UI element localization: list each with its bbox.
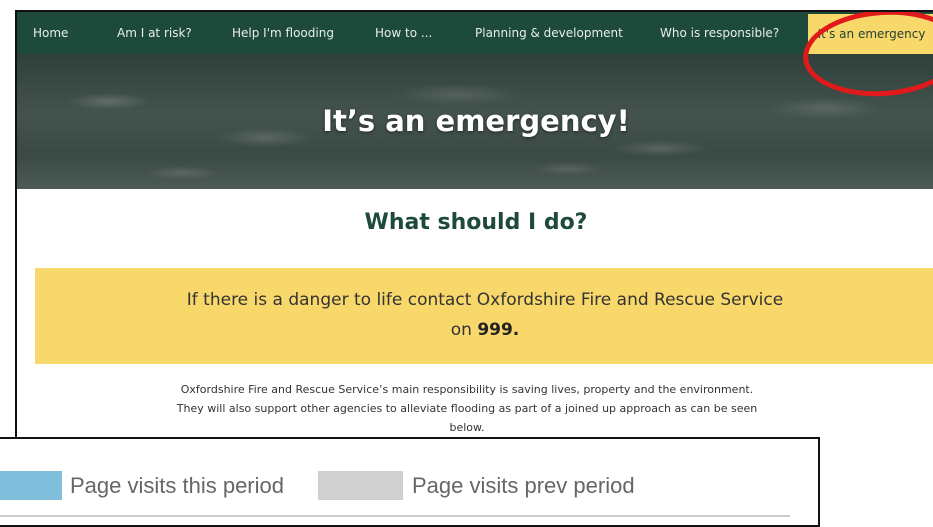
- section-heading: What should I do?: [364, 210, 588, 235]
- nav-item-planning-development[interactable]: Planning & development: [475, 12, 623, 54]
- nav-item-am-i-at-risk[interactable]: Am I at risk?: [117, 12, 192, 54]
- main-navigation: Home Am I at risk? Help I'm flooding How…: [17, 12, 933, 54]
- emergency-alert-box: If there is a danger to life contact Oxf…: [35, 268, 933, 364]
- legend-swatch-this-period: [0, 471, 62, 500]
- legend-label-this-period: Page visits this period: [70, 473, 284, 498]
- hero-title: It’s an emergency!: [322, 104, 630, 138]
- legend-swatch-prev-period: [318, 471, 403, 500]
- legend-label-prev-period: Page visits prev period: [412, 473, 635, 498]
- nav-item-home[interactable]: Home: [33, 12, 68, 54]
- nav-item-who-is-responsible[interactable]: Who is responsible?: [660, 12, 779, 54]
- nav-item-its-an-emergency[interactable]: It's an emergency: [808, 14, 933, 54]
- body-paragraph: Oxfordshire Fire and Rescue Service’s ma…: [176, 383, 758, 434]
- hero-banner: It’s an emergency!: [17, 54, 933, 189]
- legend-divider-line: [0, 515, 790, 517]
- nav-item-help-im-flooding[interactable]: Help I'm flooding: [232, 12, 334, 54]
- website-screenshot: Home Am I at risk? Help I'm flooding How…: [15, 10, 933, 452]
- alert-message: If there is a danger to life contact Oxf…: [185, 285, 785, 345]
- alert-emergency-number: 999.: [477, 320, 520, 340]
- chart-legend-panel: Page visits this period Page visits prev…: [0, 437, 820, 527]
- nav-item-how-to[interactable]: How to ...: [375, 12, 432, 54]
